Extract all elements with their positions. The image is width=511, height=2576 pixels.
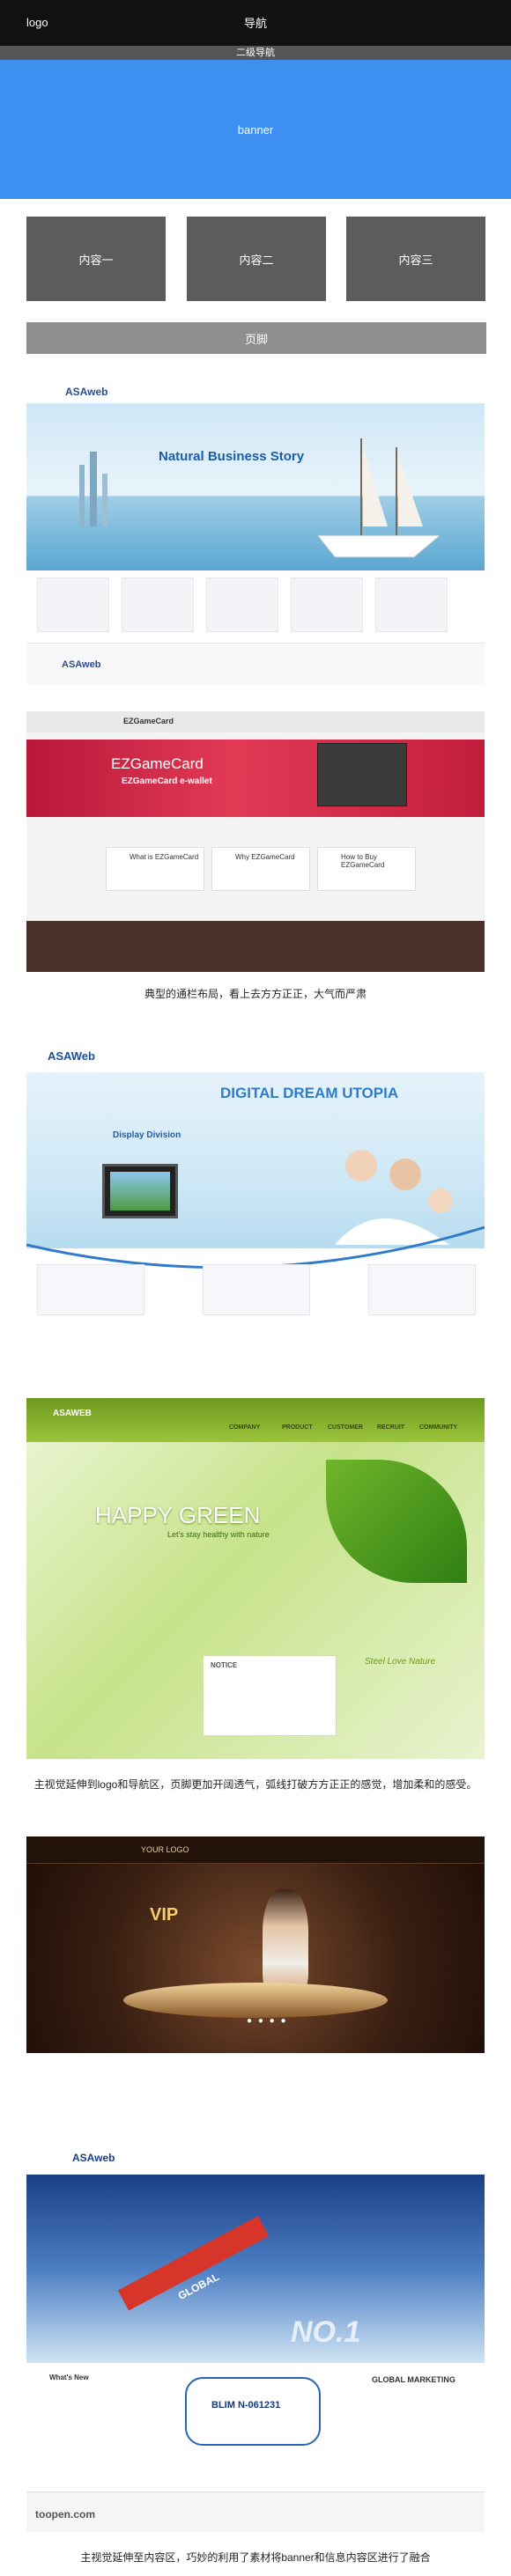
hero-title: HAPPY GREEN [95,1502,261,1528]
caption-3: 主视觉延伸至内容区，巧妙的利用了素材将banner和信息内容区进行了融合 [80,2551,431,2564]
info-block-title: Why EZGameCard [235,853,295,861]
example-header: EZGameCard [26,711,485,732]
news-title: What's New [49,2374,89,2381]
nav-item: COMPANY [229,1424,261,1431]
wireframe-content-box: 内容一 [26,217,166,301]
watermark: toopen.com [35,2508,95,2521]
content-block [368,1264,476,1315]
example-no1-screenshot: ASAweb GLOBAL NO.1 What's New BLIM N-061… [26,2139,485,2532]
section-title: GLOBAL MARKETING [372,2375,455,2384]
stage-illustration [123,1983,388,2018]
leaf-illustration [326,1460,467,1583]
ship-illustration [79,438,442,558]
caption-1: 典型的通栏布局，看上去方方正正，大气而严肃 [144,988,367,1000]
nav-item: PRODUCT [282,1424,313,1431]
nav-item: COMMUNITY [419,1424,458,1431]
example-header: ASAWEB COMPANY PRODUCT CUSTOMER RECRUIT … [26,1398,485,1442]
footer-logo: ASAweb [62,659,101,670]
wireframe-content-label: 内容三 [398,253,433,267]
example-happy-green-screenshot: ASAWEB COMPANY PRODUCT CUSTOMER RECRUIT … [26,1398,485,1759]
example-logo: ASAWEB [53,1409,92,1418]
notice-title: NOTICE [211,1661,238,1669]
notice-panel: NOTICE [203,1655,337,1736]
nav-item: RECRUIT [377,1424,405,1431]
nav-item: CUSTOMER [328,1424,363,1431]
example-hero-banner [26,740,485,817]
example-hero-banner [26,2175,485,2363]
content-block [291,578,363,632]
slide-indicator: ● ● ● ● [247,2016,288,2026]
example-ezgamecard-screenshot: EZGameCard EZGameCard EZGameCard e-walle… [26,711,485,972]
example-asaweb-screenshot: ASAweb Natural Business Story ASAweb [26,379,485,685]
wireframe-header: logo 导航 [0,0,511,46]
info-block: Why EZGameCard [211,847,310,891]
content-block [37,578,109,632]
example-header: ASAweb [26,2139,485,2175]
wireframe-content-box: 内容三 [346,217,485,301]
caption-2: 主视觉延伸到logo和导航区，页脚更加开阔透气，弧线打破方方正正的感觉，增加柔和… [33,1778,478,1791]
hero-title: EZGameCard [111,755,204,772]
content-block [37,1264,144,1315]
wireframe-nav: 导航 [243,17,267,30]
wireframe-content-label: 内容二 [239,253,274,267]
example-logo: ASAweb [65,386,108,398]
content-block [375,578,448,632]
content-block [206,578,278,632]
wireframe-footer: 页脚 [26,322,486,354]
content-block [122,578,194,632]
info-card-title: BLIM N-061231 [211,2400,281,2410]
example-logo: EZGameCard [123,717,174,725]
example-footer: ASAweb [26,643,485,685]
wireframe-banner-label: banner [237,122,274,136]
info-block: How to Buy EZGameCard [317,847,416,891]
wireframe-footer-label: 页脚 [244,332,268,346]
example-header: ASAweb [26,379,485,404]
wireframe-banner: banner [0,60,511,199]
hero-title: NO.1 [291,2315,361,2349]
info-card: BLIM N-061231 [185,2377,321,2446]
model-photo [263,1889,308,1995]
example-vip-screenshot: YOUR LOGO VIP ● ● ● ● [26,1836,485,2053]
info-block: What is EZGameCard [106,847,204,891]
example-logo: YOUR LOGO [141,1845,189,1854]
hero-subtitle: Let's stay healthy with nature [167,1530,270,1539]
example-footer: toopen.com [26,2491,485,2532]
example-header: YOUR LOGO [26,1836,485,1864]
example-logo: ASAweb [72,2152,115,2164]
wireframe-sub-nav: 二级导航 [0,46,511,60]
hero-subtitle: EZGameCard e-wallet [122,776,212,786]
example-digital-dream-screenshot: ASAWeb DIGITAL DREAM UTOPIA Display Divi… [26,1034,485,1349]
login-panel [317,743,407,806]
wireframe-content-label: 内容一 [78,253,114,267]
wireframe-content-box: 内容二 [187,217,326,301]
tagline: Steel Love Nature [365,1657,436,1667]
example-hero-banner: Natural Business Story [26,403,485,570]
example-footer [26,921,485,972]
info-block-title: What is EZGameCard [130,853,199,861]
hero-title: VIP [150,1905,179,1925]
content-block [203,1264,310,1315]
info-block-title: How to Buy EZGameCard [341,853,385,869]
